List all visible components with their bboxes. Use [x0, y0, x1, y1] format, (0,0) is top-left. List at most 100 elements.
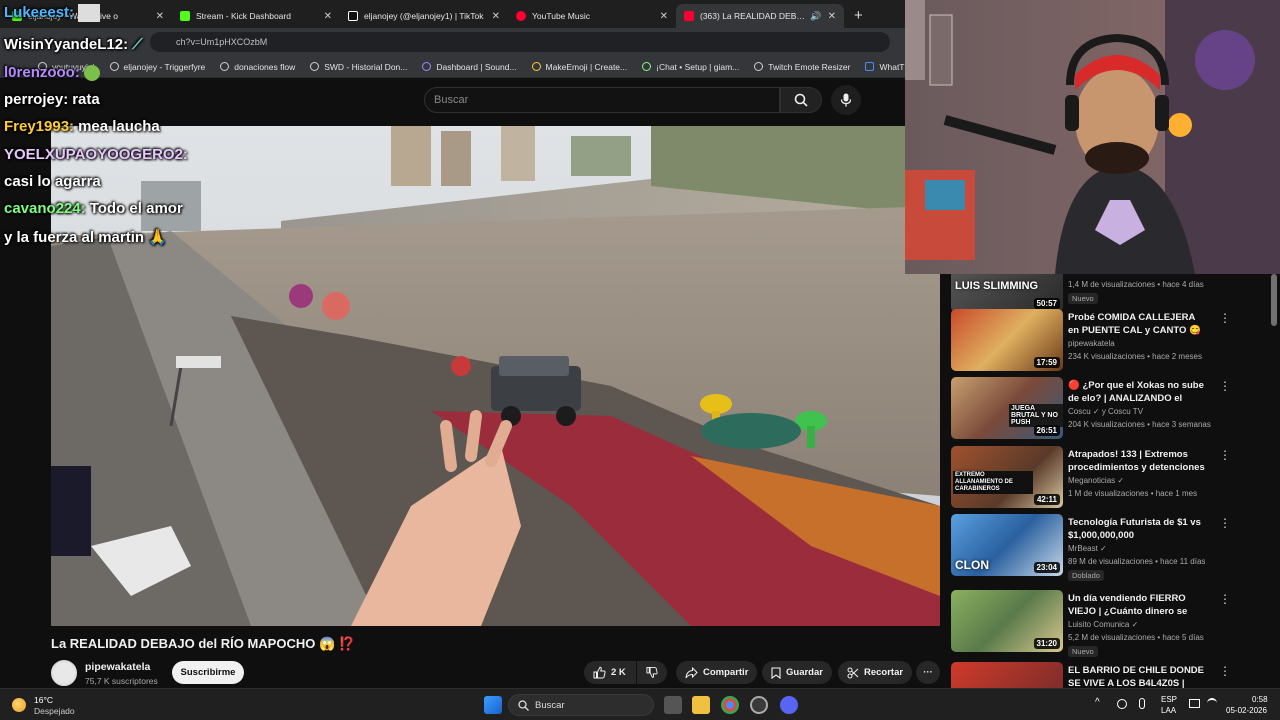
bookmark-label: ¡Chat • Setup | giam...	[656, 61, 740, 72]
recommendation-item[interactable]: EL BARRIO DE CHILE DONDE SE VIVE A LOS B…	[951, 662, 1271, 688]
clip-label: Recortar	[864, 667, 904, 678]
task-view-icon[interactable]	[664, 696, 682, 714]
video-title[interactable]: 🔴 ¿Por que el Xokas no sube de elo? | AN…	[1068, 379, 1208, 405]
video-thumbnail[interactable]: LUIS SLIMMING 50:57	[951, 274, 1063, 312]
video-thumbnail[interactable]	[951, 662, 1063, 688]
close-tab-icon[interactable]: ✕	[828, 11, 836, 22]
weather-description[interactable]: Despejado	[34, 706, 75, 716]
discord-icon[interactable]	[780, 696, 798, 714]
soundcloud-icon	[422, 62, 432, 71]
video-thumbnail[interactable]: 17:59	[951, 309, 1063, 371]
wifi-icon[interactable]	[1207, 698, 1217, 708]
emote-icon	[83, 65, 100, 82]
dislike-button[interactable]	[637, 661, 667, 684]
channel-avatar[interactable]	[51, 660, 77, 686]
chat-username: Frey1993:	[4, 118, 75, 135]
voice-search-button[interactable]	[831, 85, 861, 115]
language-indicator[interactable]: ESP	[1161, 695, 1177, 704]
recommendation-item[interactable]: EXTREMO ALLANAMIENTO DE CARABINEROS 42:1…	[951, 446, 1271, 510]
close-tab-icon[interactable]: ✕	[324, 11, 332, 22]
bookmark-item[interactable]: ¡Chat • Setup | giam...	[642, 62, 739, 72]
taskbar-time[interactable]: 0:58	[1252, 695, 1268, 704]
video-channel[interactable]: pipewakatela	[1068, 339, 1115, 348]
emoji-icon	[531, 62, 541, 71]
new-badge: Nuevo	[1068, 293, 1098, 304]
bookmark-item[interactable]: SWD - Historial Don...	[310, 62, 407, 72]
video-channel[interactable]: MrBeast ✓	[1068, 544, 1107, 553]
subscribe-button[interactable]: Suscribirme	[172, 661, 244, 684]
chat-message: YOELXUPAOYOOGERO2:	[4, 146, 192, 163]
file-explorer-icon[interactable]	[692, 696, 710, 714]
taskbar-date[interactable]: 05-02-2026	[1226, 706, 1267, 715]
video-channel[interactable]: Meganoticias ✓	[1068, 476, 1124, 485]
more-options-icon[interactable]: ⋮	[1219, 592, 1231, 606]
video-channel[interactable]: Coscu ✓ y Coscu TV	[1068, 407, 1143, 416]
share-button[interactable]: Compartir	[676, 661, 758, 684]
new-tab-button[interactable]: +	[854, 7, 863, 24]
recommendation-item[interactable]: 17:59 Probé COMIDA CALLEJERA en PUENTE C…	[951, 309, 1271, 373]
microphone-tray-icon[interactable]	[1139, 698, 1145, 709]
search-input[interactable]: Buscar	[424, 87, 780, 113]
clip-button[interactable]: Recortar	[838, 661, 913, 684]
bookmark-icon	[771, 666, 781, 679]
video-title[interactable]: Probé COMIDA CALLEJERA en PUENTE CAL y C…	[1068, 311, 1208, 337]
url-field[interactable]: ch?v=Um1pHXCOzbM	[150, 32, 890, 52]
display-icon[interactable]	[1189, 699, 1200, 708]
like-button[interactable]: 2 K	[584, 661, 636, 684]
bookmark-label: SWD - Historial Don...	[324, 61, 408, 72]
feather-emote-icon: ⟋	[132, 36, 143, 53]
tab-youtube-music[interactable]: YouTube Music ✕	[508, 4, 676, 28]
recommendation-item[interactable]: LUIS SLIMMING 50:57 1,4 M de visualizaci…	[951, 274, 1271, 314]
video-thumbnail[interactable]: EXTREMO ALLANAMIENTO DE CARABINEROS 42:1…	[951, 446, 1063, 508]
sidebar-scrollbar[interactable]	[1271, 274, 1277, 326]
subscriber-count: 75,7 K suscriptores	[85, 676, 158, 686]
bookmark-item[interactable]: donaciones flow	[220, 62, 295, 72]
more-options-icon[interactable]: ⋮	[1219, 664, 1231, 678]
video-title[interactable]: Un día vendiendo FIERRO VIEJO | ¿Cuánto …	[1068, 592, 1208, 618]
search-button[interactable]	[780, 87, 822, 113]
recommendation-item[interactable]: CLON 23:04 Tecnología Futurista de $1 vs…	[951, 514, 1271, 581]
weather-temperature[interactable]: 16°C	[34, 695, 53, 705]
close-tab-icon[interactable]: ✕	[660, 11, 668, 22]
more-actions-button[interactable]: ···	[916, 661, 940, 684]
more-options-icon[interactable]: ⋮	[1219, 516, 1231, 530]
video-player[interactable]	[51, 126, 940, 626]
recommendation-item[interactable]: 31:20 Un día vendiendo FIERRO VIEJO | ¿C…	[951, 590, 1271, 657]
tab-kick-dashboard[interactable]: Stream - Kick Dashboard ✕	[172, 4, 340, 28]
video-title[interactable]: EL BARRIO DE CHILE DONDE SE VIVE A LOS B…	[1068, 664, 1208, 688]
chat-message: casi lo agarra	[4, 173, 101, 190]
bookmark-item[interactable]: eljanojey - Triggerfyre	[109, 62, 205, 72]
more-options-icon[interactable]: ⋮	[1219, 379, 1231, 393]
save-button[interactable]: Guardar	[762, 661, 832, 684]
bookmarks-bar: youtuyuyiuj eljanojey - Triggerfyre dona…	[0, 56, 962, 78]
close-tab-icon[interactable]: ✕	[156, 11, 164, 22]
video-title[interactable]: Tecnología Futurista de $1 vs $1,000,000…	[1068, 516, 1208, 542]
close-tab-icon[interactable]: ✕	[492, 11, 500, 22]
video-thumbnail[interactable]: JUEGA BRUTAL Y NO PUSH 26:51	[951, 377, 1063, 439]
video-thumbnail[interactable]: CLON 23:04	[951, 514, 1063, 576]
video-thumbnail[interactable]: 31:20	[951, 590, 1063, 652]
globe-icon	[754, 62, 764, 71]
bookmark-item[interactable]: Twitch Emote Resizer	[754, 62, 850, 72]
bookmark-item[interactable]: Dashboard | Sound...	[422, 62, 517, 72]
app-icon[interactable]	[750, 696, 768, 714]
chrome-icon[interactable]	[721, 696, 739, 714]
keyboard-layout-indicator[interactable]: LAA	[1161, 706, 1176, 715]
weather-icon[interactable]	[12, 698, 26, 712]
speaker-icon[interactable]: 🔊	[810, 11, 821, 22]
channel-name[interactable]: pipewakatela	[85, 661, 150, 673]
more-options-icon[interactable]: ⋮	[1219, 448, 1231, 462]
video-title: La REALIDAD DEBAJO del RÍO MAPOCHO 😱 ⁉️	[51, 636, 355, 651]
chat-message: l0renzooo:	[4, 64, 100, 82]
bookmark-item[interactable]: MakeEmoji | Create...	[531, 62, 627, 72]
video-channel[interactable]: Luisito Comunica ✓	[1068, 620, 1138, 629]
show-hidden-icons[interactable]: ^	[1095, 697, 1100, 708]
recommendation-item[interactable]: JUEGA BRUTAL Y NO PUSH 26:51 🔴 ¿Por que …	[951, 377, 1271, 441]
tab-tiktok[interactable]: eljanojey (@eljanojey1) | TikTok ✕	[340, 4, 508, 28]
windows-start-icon[interactable]	[484, 696, 502, 714]
tab-youtube-video[interactable]: (363) La REALIDAD DEBAJO 🔊 ✕	[676, 4, 844, 28]
more-options-icon[interactable]: ⋮	[1219, 311, 1231, 325]
network-icon[interactable]	[1117, 699, 1127, 709]
video-title[interactable]: Atrapados! 133 | Extremos procedimientos…	[1068, 448, 1208, 474]
taskbar-search[interactable]: Buscar	[508, 694, 654, 716]
